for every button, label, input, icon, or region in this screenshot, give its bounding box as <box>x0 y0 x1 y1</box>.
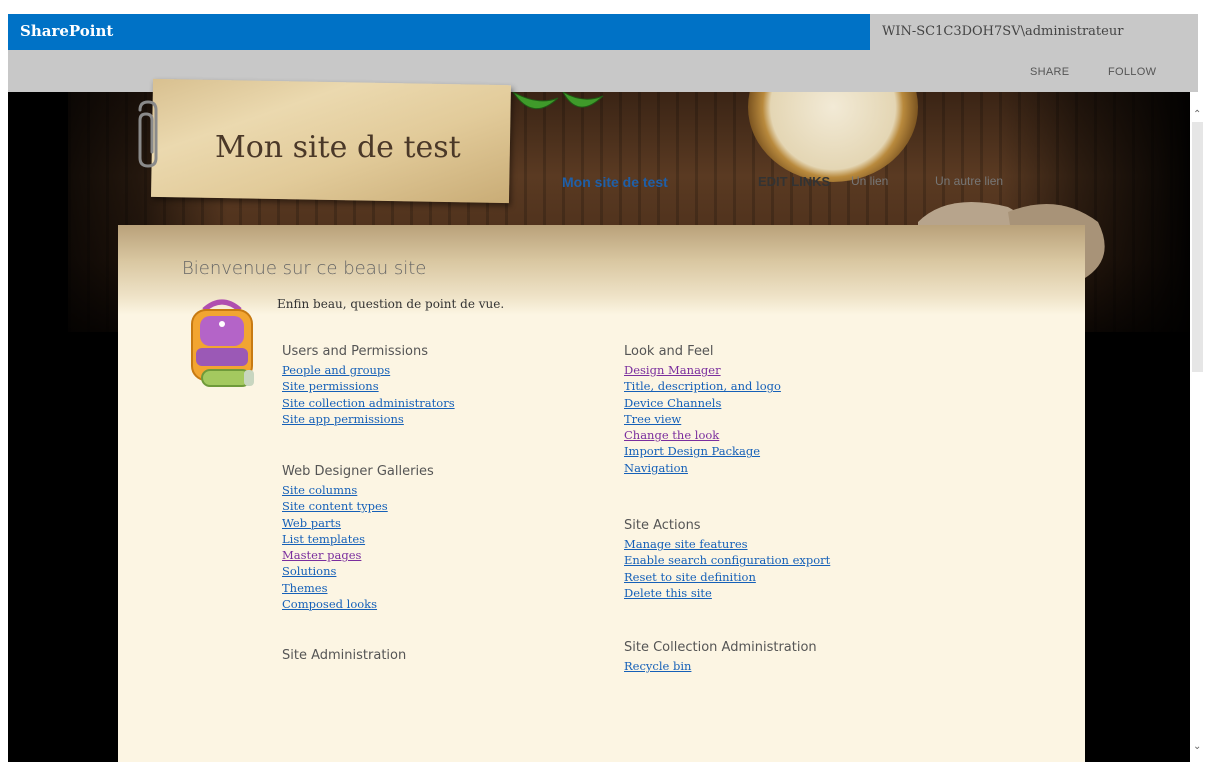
suite-bar: SharePoint WIN-SC1C3DOH7SV\administrateu… <box>8 14 1198 50</box>
link-change-the-look[interactable]: Change the look <box>624 427 781 443</box>
link-site-columns[interactable]: Site columns <box>282 482 434 498</box>
link-title-description-logo[interactable]: Title, description, and logo <box>624 378 781 394</box>
section-heading: Site Administration <box>282 648 407 663</box>
section-heading: Look and Feel <box>624 344 714 359</box>
link-master-pages[interactable]: Master pages <box>282 547 434 563</box>
nav-item-un-autre-lien[interactable]: Un autre lien <box>935 174 1003 188</box>
site-description: Enfin beau, question de point de vue. <box>277 297 505 311</box>
link-list-templates[interactable]: List templates <box>282 531 434 547</box>
link-design-manager[interactable]: Design Manager <box>624 362 781 378</box>
vertical-scrollbar[interactable]: ⌃ ⌄ <box>1190 92 1205 762</box>
link-recycle-bin[interactable]: Recycle bin <box>624 658 817 674</box>
link-site-app-permissions[interactable]: Site app permissions <box>282 411 455 427</box>
link-tree-view[interactable]: Tree view <box>624 411 781 427</box>
link-composed-looks[interactable]: Composed looks <box>282 596 434 612</box>
section-users-permissions: Users and Permissions People and groups … <box>282 344 455 427</box>
link-manage-site-features[interactable]: Manage site features <box>624 536 830 552</box>
backpack-logo-icon <box>191 299 254 387</box>
scrollbar-thumb[interactable] <box>1192 122 1203 372</box>
nav-item-un-lien[interactable]: Un lien <box>851 174 888 188</box>
section-site-administration: Site Administration <box>282 648 406 666</box>
link-solutions[interactable]: Solutions <box>282 563 434 579</box>
link-enable-search-config-export[interactable]: Enable search configuration export <box>624 552 830 568</box>
follow-button[interactable]: FOLLOW <box>1108 66 1156 78</box>
edit-links-button[interactable]: EDIT LINKS <box>758 174 830 189</box>
link-import-design-package[interactable]: Import Design Package <box>624 443 781 459</box>
section-heading: Site Actions <box>624 518 701 533</box>
paperclip-icon <box>138 100 158 168</box>
user-menu[interactable]: WIN-SC1C3DOH7SV\administrateur <box>882 24 1123 39</box>
scroll-up-icon[interactable]: ⌃ <box>1193 110 1201 120</box>
link-delete-this-site[interactable]: Delete this site <box>624 585 830 601</box>
link-themes[interactable]: Themes <box>282 580 434 596</box>
section-heading: Web Designer Galleries <box>282 464 434 479</box>
section-web-designer-galleries: Web Designer Galleries Site columns Site… <box>282 464 434 612</box>
link-people-and-groups[interactable]: People and groups <box>282 362 455 378</box>
section-look-and-feel: Look and Feel Design Manager Title, desc… <box>624 344 781 476</box>
section-heading: Users and Permissions <box>282 344 429 359</box>
page-title: Bienvenue sur ce beau site <box>182 258 427 279</box>
share-button[interactable]: SHARE <box>1030 66 1069 78</box>
user-area: WIN-SC1C3DOH7SV\administrateur <box>870 14 1198 50</box>
sharepoint-brand-link[interactable]: SharePoint <box>20 22 113 40</box>
link-site-permissions[interactable]: Site permissions <box>282 378 455 394</box>
link-site-collection-administrators[interactable]: Site collection administrators <box>282 395 455 411</box>
link-navigation[interactable]: Navigation <box>624 460 781 476</box>
section-heading: Site Collection Administration <box>624 640 817 655</box>
link-web-parts[interactable]: Web parts <box>282 515 434 531</box>
brand-area: SharePoint <box>8 14 870 50</box>
link-device-channels[interactable]: Device Channels <box>624 395 781 411</box>
section-site-actions: Site Actions Manage site features Enable… <box>624 518 830 601</box>
link-site-content-types[interactable]: Site content types <box>282 498 434 514</box>
section-site-collection-administration: Site Collection Administration Recycle b… <box>624 640 817 674</box>
scroll-down-icon[interactable]: ⌄ <box>1193 742 1201 752</box>
site-title[interactable]: Mon site de test <box>215 130 461 165</box>
nav-item-current-site[interactable]: Mon site de test <box>562 174 668 190</box>
link-reset-to-site-definition[interactable]: Reset to site definition <box>624 569 830 585</box>
